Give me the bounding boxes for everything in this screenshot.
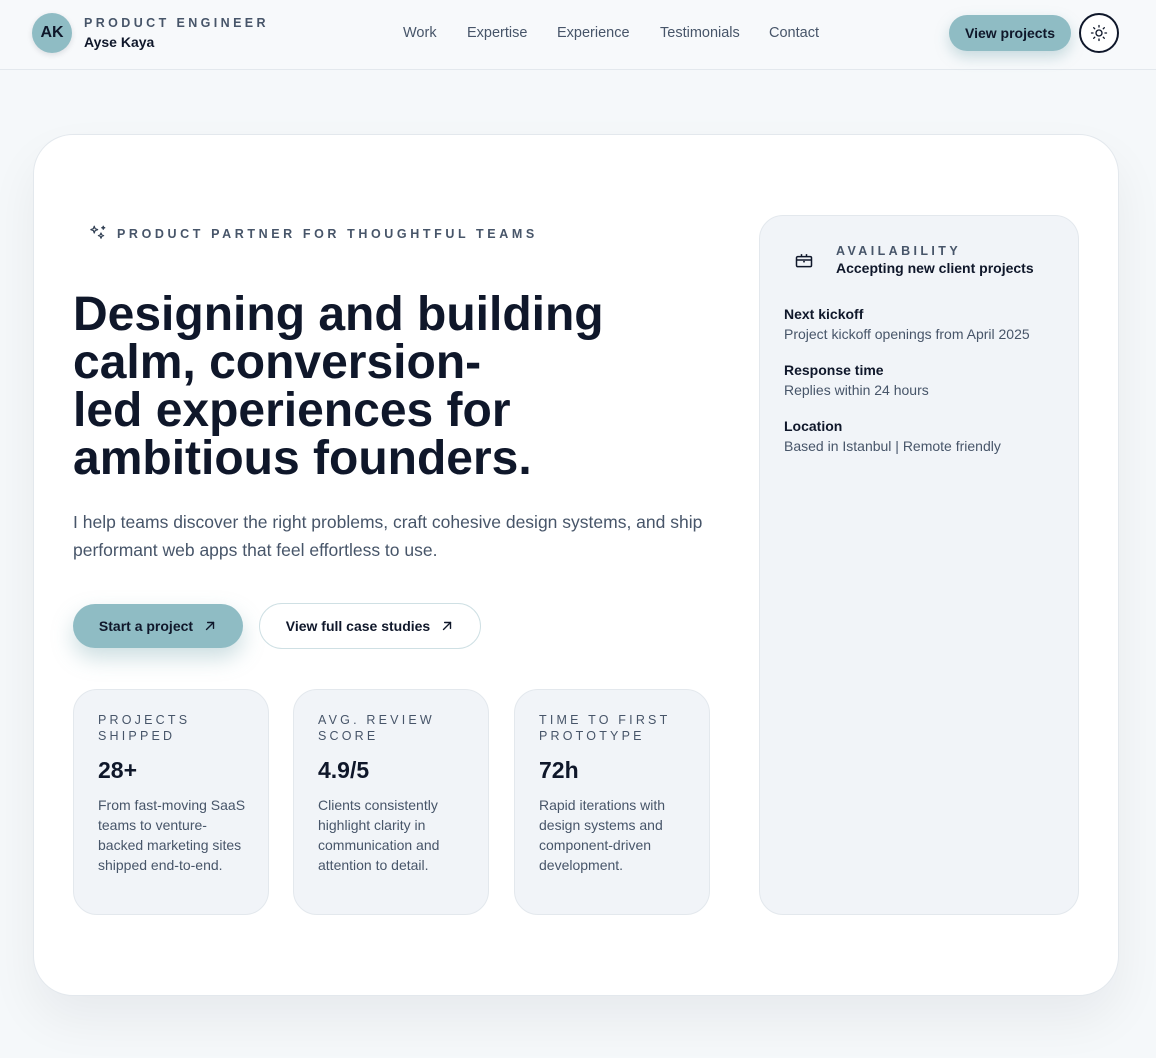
response-time-value: Replies within 24 hours	[784, 382, 929, 398]
response-time-title: Response time	[784, 362, 884, 378]
start-project-button[interactable]: Start a project	[73, 604, 243, 648]
stat-description: Rapid iterations with design systems and…	[539, 797, 666, 873]
headline-line: ambitious founders.	[73, 432, 532, 485]
arrow-up-right-icon	[205, 621, 215, 631]
stat-value: 4.9/5	[318, 757, 370, 783]
stat-card-projects-shipped: PROJECTS SHIPPED 28+ From fast-moving Sa…	[73, 689, 269, 915]
nav-link-testimonials[interactable]: Testimonials	[660, 25, 740, 41]
view-projects-button[interactable]: View projects	[949, 15, 1071, 51]
start-project-label: Start a project	[98, 618, 194, 634]
next-kickoff-value: Project kickoff openings from April 2025	[784, 326, 1030, 342]
stat-card-time-to-prototype: TIME TO FIRST PROTOTYPE 72h Rapid iterat…	[514, 689, 710, 915]
availability-status: Accepting new client projects	[836, 260, 1034, 276]
nav-link-work[interactable]: Work	[403, 25, 437, 41]
location-value: Based in Istanbul | Remote friendly	[784, 438, 1001, 454]
headline-line: Designing and building	[73, 288, 604, 341]
stat-label: AVG. REVIEW SCORE	[318, 713, 435, 743]
sun-icon	[1090, 24, 1108, 42]
nav-link-experience[interactable]: Experience	[557, 25, 630, 41]
hero-intro: I help teams discover the right problems…	[73, 512, 703, 560]
view-case-studies-button[interactable]: View full case studies	[259, 603, 481, 649]
stat-description: From fast-moving SaaS teams to venture-b…	[98, 797, 246, 873]
hero-headline: Designing and building calm, conversion-…	[73, 291, 713, 483]
next-kickoff-title: Next kickoff	[784, 306, 864, 322]
top-navigation-bar: AK PRODUCT ENGINEER Ayse Kaya Work Exper…	[0, 0, 1156, 70]
nav-link-contact[interactable]: Contact	[769, 25, 819, 41]
arrow-up-right-icon	[443, 621, 452, 631]
theme-toggle-button[interactable]	[1079, 13, 1119, 53]
sparkles-icon	[90, 225, 106, 239]
headline-line: calm, conversion-	[73, 336, 482, 389]
location-title: Location	[784, 418, 843, 434]
stat-card-review-score: AVG. REVIEW SCORE 4.9/5 Clients consiste…	[293, 689, 489, 915]
availability-label: AVAILABILITY	[836, 244, 962, 258]
stat-description: Clients consistently highlight clarity i…	[318, 797, 440, 873]
briefcase-icon	[795, 254, 813, 268]
stat-value: 28+	[98, 757, 138, 783]
stat-label: PROJECTS SHIPPED	[98, 713, 191, 743]
stat-value: 72h	[539, 757, 579, 783]
hero-eyebrow: PRODUCT PARTNER FOR THOUGHTFUL TEAMS	[117, 227, 538, 241]
stat-label: TIME TO FIRST PROTOTYPE	[539, 713, 671, 743]
view-case-studies-label: View full case studies	[285, 618, 431, 634]
nav-link-expertise[interactable]: Expertise	[467, 25, 527, 41]
headline-line: led experiences for	[73, 384, 511, 437]
